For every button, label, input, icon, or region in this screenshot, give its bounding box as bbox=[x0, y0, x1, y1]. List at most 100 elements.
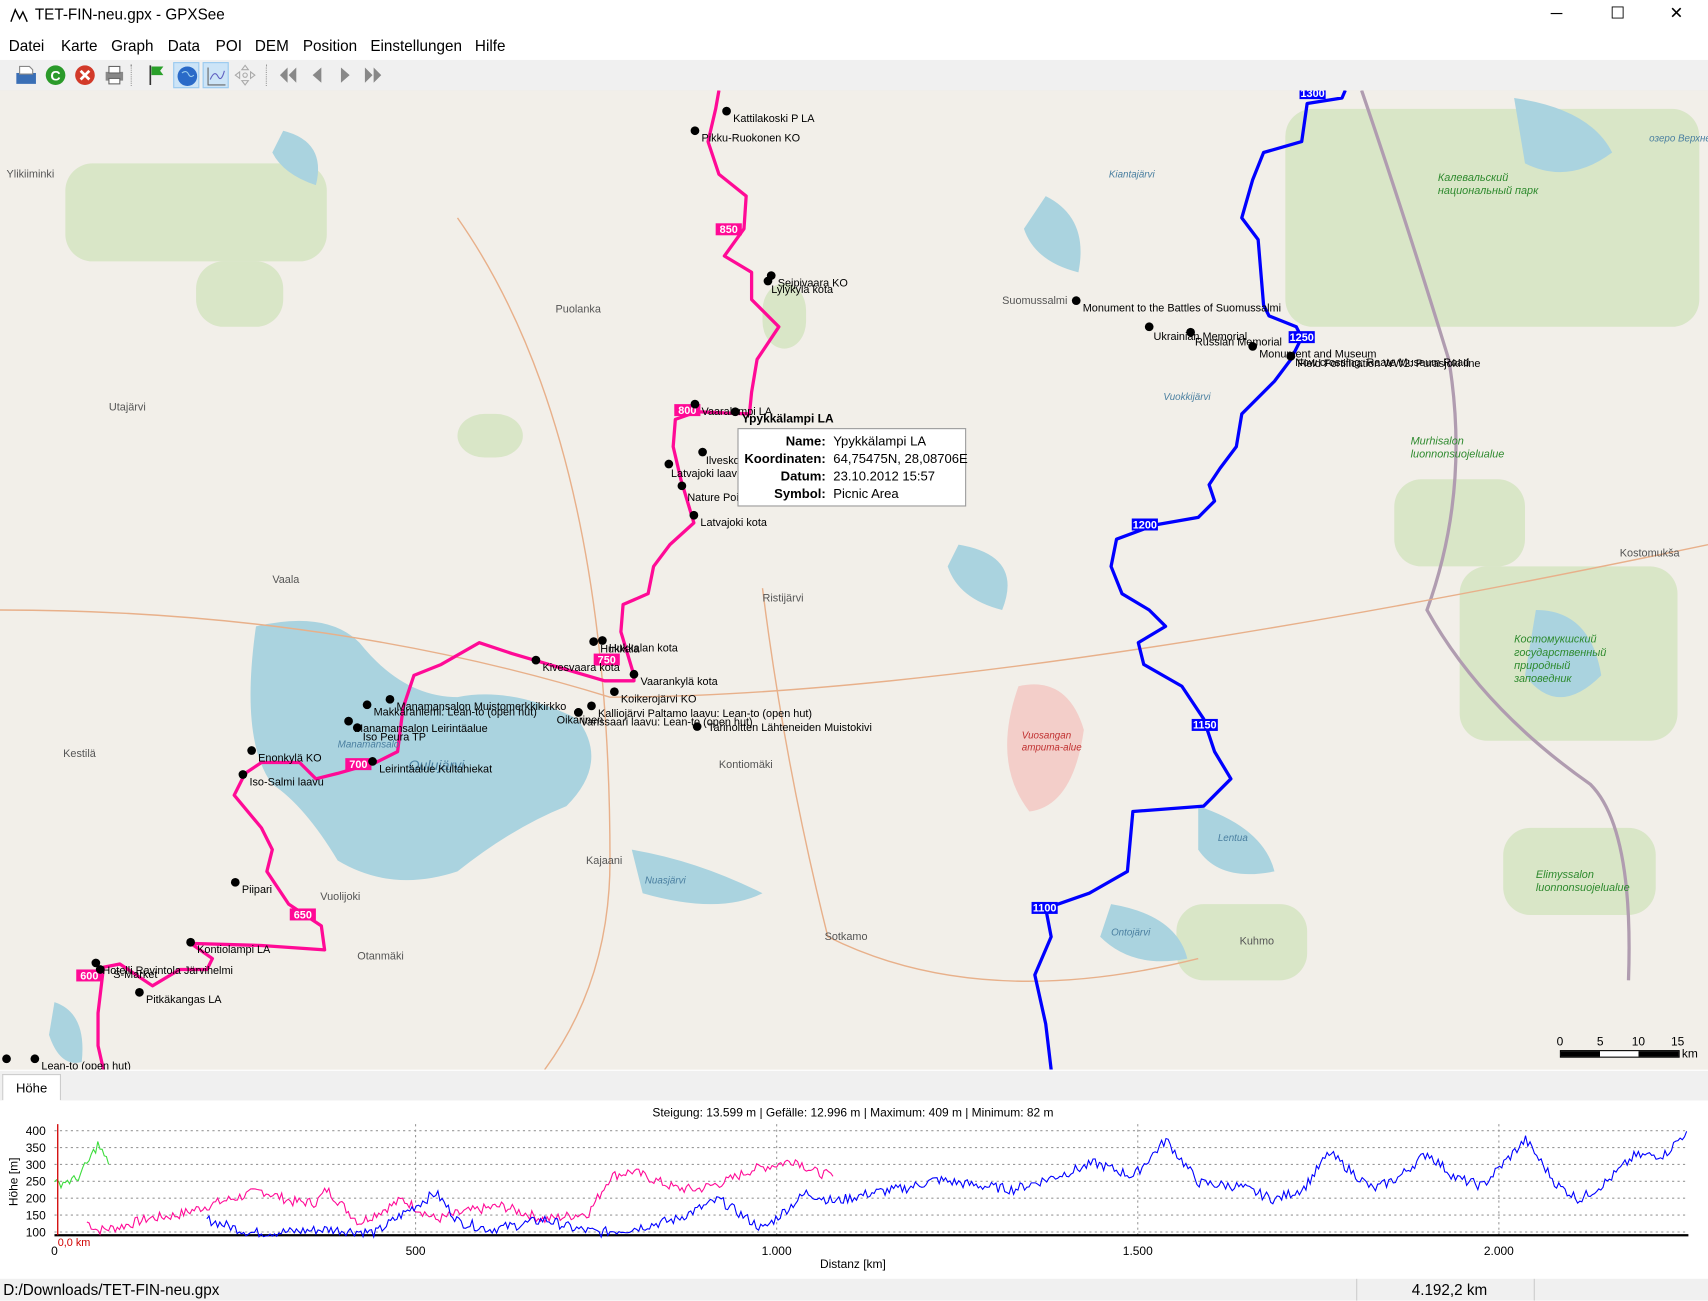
y-tick-label: 150 bbox=[26, 1208, 46, 1222]
place-label: Kuhmo bbox=[1240, 935, 1274, 947]
lake bbox=[49, 1002, 83, 1063]
waypoint-dot bbox=[531, 655, 541, 665]
place-label: Otanmäki bbox=[357, 951, 404, 963]
next-icon[interactable] bbox=[332, 62, 358, 88]
menu-position[interactable]: Position bbox=[303, 37, 357, 54]
map-globe-icon[interactable] bbox=[173, 62, 200, 89]
map-canvas: 85080075070065060013001250120011501100Yl… bbox=[0, 90, 1708, 1070]
waypoint-label: Kivesvaara kota bbox=[542, 662, 620, 674]
waypoint-dot bbox=[30, 1054, 40, 1064]
tooltip-symbol-label: Symbol: bbox=[774, 485, 826, 502]
place-label: Puolanka bbox=[556, 304, 602, 316]
tab-elevation[interactable]: Höhe bbox=[2, 1074, 62, 1102]
waypoint-dot bbox=[368, 757, 377, 766]
place-label: Ontojärvi bbox=[1111, 928, 1151, 939]
waypoint[interactable]: Kattilakoski P LA bbox=[722, 106, 815, 125]
first-icon[interactable] bbox=[275, 62, 301, 88]
waypoint[interactable]: Piipari bbox=[230, 877, 272, 896]
waypoint-dot bbox=[1144, 322, 1154, 332]
waypoint-label: Russian Memorial bbox=[1195, 336, 1282, 348]
place-label: Kiantajärvi bbox=[1109, 170, 1156, 181]
x-tick-label: 500 bbox=[406, 1244, 426, 1258]
waypoint-dot bbox=[344, 716, 353, 726]
waypoint-dot bbox=[230, 877, 240, 887]
distance-marker: 1100 bbox=[1031, 901, 1058, 915]
elevation-series-track2 bbox=[206, 1131, 1688, 1239]
reload-icon[interactable]: C bbox=[42, 62, 68, 88]
menu-data[interactable]: Data bbox=[168, 37, 200, 54]
tooltip-date-label: Datum: bbox=[780, 468, 826, 484]
waypoint[interactable]: Pitkäkangas LA bbox=[135, 987, 222, 1006]
distance-marker: 650 bbox=[289, 908, 316, 921]
print-icon[interactable] bbox=[101, 62, 127, 88]
menu-hilfe[interactable]: Hilfe bbox=[475, 37, 506, 54]
waypoint[interactable]: Vaarankylä kota bbox=[629, 669, 719, 688]
place-label: Ylikiiminki bbox=[7, 169, 55, 181]
close-window-button[interactable]: ✕ bbox=[1651, 0, 1701, 31]
open-file-icon[interactable] bbox=[13, 62, 39, 88]
waypoint-dot bbox=[690, 399, 700, 409]
waypoint-label: Lean-to (open hut) bbox=[41, 1061, 130, 1070]
waypoint-label: Iso Peura TP bbox=[363, 732, 426, 744]
waypoint-dot bbox=[690, 126, 700, 136]
forest-area bbox=[1394, 479, 1526, 567]
graph-icon[interactable] bbox=[202, 62, 229, 89]
elevation-chart: Steigung: 13.599 m | Gefälle: 12.996 m |… bbox=[6, 1106, 1689, 1271]
map-view[interactable]: 850 800 750 700 650 600 1300 1250 1200 1150 1100 Yl… bbox=[0, 90, 1708, 1070]
waypoint-label: S-Market bbox=[113, 969, 157, 981]
tooltip-date-value: 23.10.2012 15:57 bbox=[833, 468, 936, 484]
tooltip-name-value: Ypykkälampi LA bbox=[833, 433, 927, 449]
waypoint[interactable]: Kontiolampi LA bbox=[186, 937, 271, 956]
place-label: Vaala bbox=[272, 574, 300, 586]
waypoint-label: Pikku-Ruokonen KO bbox=[702, 133, 801, 145]
waypoint-dot bbox=[247, 746, 256, 755]
place-label: Kestilä bbox=[63, 748, 97, 760]
waypoint-label: Now crossing: Raate Museum Road bbox=[1295, 357, 1469, 369]
place-label: Suomussalmi bbox=[1002, 295, 1067, 307]
waypoint-label: Monument to the Battles of Suomussalmi bbox=[1083, 303, 1281, 315]
forest-area bbox=[457, 413, 523, 458]
waypoint[interactable]: Koikerojärvi KO bbox=[610, 687, 696, 706]
place-label: Murhisalon luonnonsuojelualue bbox=[1411, 435, 1505, 460]
close-file-icon[interactable] bbox=[72, 62, 98, 88]
menu-karte[interactable]: Karte bbox=[61, 37, 97, 54]
menu-datei[interactable]: Datei bbox=[9, 37, 45, 54]
elevation-series-track3 bbox=[54, 1141, 110, 1190]
waypoint[interactable]: Pikku-Ruokonen KO bbox=[690, 126, 801, 145]
waypoint-dot bbox=[362, 700, 372, 710]
place-label: Ristijärvi bbox=[763, 592, 804, 604]
waypoint-label: Vaarankylä kota bbox=[641, 676, 719, 688]
maximize-button[interactable]: ☐ bbox=[1593, 0, 1643, 31]
previous-icon[interactable] bbox=[304, 62, 330, 88]
waypoint[interactable]: Latvajoki kota bbox=[689, 510, 768, 529]
waypoint[interactable]: Monument to the Battles of Suomussalmi bbox=[1071, 296, 1281, 315]
waypoint[interactable]: Hukkalan kota bbox=[598, 636, 679, 654]
last-icon[interactable] bbox=[361, 62, 387, 88]
waypoint-dot bbox=[1248, 342, 1258, 351]
menu-dem[interactable]: DEM bbox=[255, 37, 289, 54]
menu-bar: Datei Karte Graph Data POI DEM Position Einstel… bbox=[0, 32, 1708, 59]
status-file-path: D:/Downloads/TET-FIN-neu.gpx bbox=[3, 1281, 220, 1299]
waypoint-label: Iso-Salmi laavu bbox=[249, 776, 323, 788]
elevation-graph[interactable]: Steigung: 13.599 m | Gefälle: 12.996 m |… bbox=[0, 1100, 1708, 1278]
cursor-distance-label: 0,0 km bbox=[58, 1237, 91, 1249]
move-icon[interactable] bbox=[232, 62, 258, 88]
graph-tab-bar: Höhe bbox=[0, 1070, 1708, 1102]
waypoint-dot bbox=[629, 669, 639, 679]
waypoint-dot[interactable] bbox=[2, 1054, 11, 1064]
waypoint-label: Leirintäalue Kultahiekat bbox=[379, 763, 492, 775]
menu-graph[interactable]: Graph bbox=[111, 37, 153, 54]
lake bbox=[947, 544, 1008, 611]
waypoint[interactable]: Tarinoitten Lähteneiden Muistokivi bbox=[692, 722, 872, 734]
waypoint-label: Hukkalan kota bbox=[609, 642, 679, 654]
waypoints-flag-icon[interactable] bbox=[144, 62, 170, 88]
minimize-button[interactable]: ─ bbox=[1532, 0, 1582, 31]
y-tick-label: 100 bbox=[26, 1225, 46, 1239]
svg-text:1300: 1300 bbox=[1300, 90, 1324, 100]
svg-text:650: 650 bbox=[294, 909, 312, 921]
elevation-series-track1 bbox=[86, 1158, 834, 1236]
menu-einstellungen[interactable]: Einstellungen bbox=[370, 37, 462, 54]
waypoint-label: Latvajoki kota bbox=[700, 517, 767, 529]
status-distance: 4.192,2 km bbox=[1411, 1281, 1488, 1299]
menu-poi[interactable]: POI bbox=[216, 37, 242, 54]
